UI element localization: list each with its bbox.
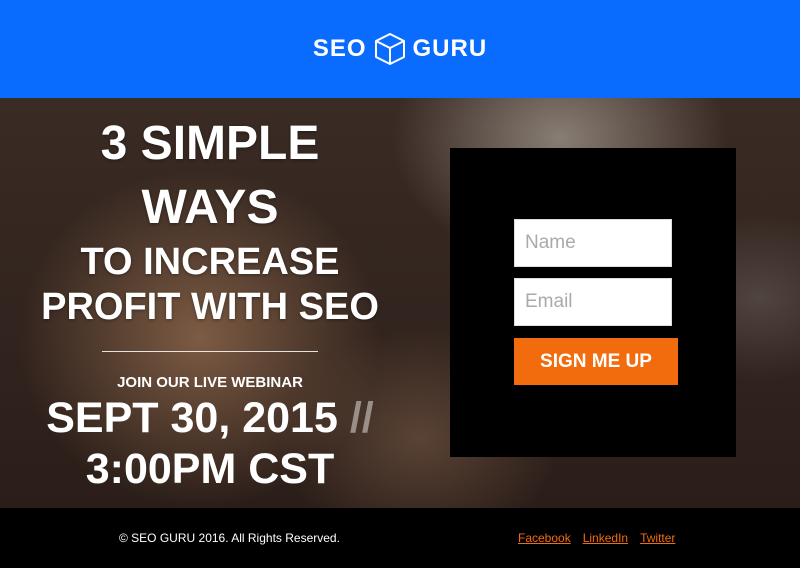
logo-text-right: GURU	[412, 35, 488, 62]
cube-icon	[373, 32, 407, 66]
linkedin-link[interactable]: LinkedIn	[583, 531, 628, 545]
twitter-link[interactable]: Twitter	[640, 531, 675, 545]
webinar-label: JOIN OUR LIVE WEBINAR	[117, 374, 303, 391]
site-header: SEO GURU	[0, 0, 800, 98]
headline-line-3: TO INCREASE	[80, 241, 340, 283]
name-input[interactable]	[514, 219, 672, 267]
headline-line-4: PROFIT WITH SEO	[41, 286, 379, 328]
copyright-text: © SEO GURU 2016. All Rights Reserved.	[119, 531, 340, 545]
webinar-date-line: SEPT 30, 2015 //	[0, 394, 420, 443]
signup-form: SIGN ME UP	[450, 148, 736, 457]
email-input[interactable]	[514, 278, 672, 326]
divider	[102, 351, 318, 352]
facebook-link[interactable]: Facebook	[518, 531, 571, 545]
webinar-time: 3:00PM CST	[85, 445, 335, 493]
logo-text-left: SEO	[312, 35, 367, 62]
date-separator: //	[349, 394, 374, 442]
headline-line-2: WAYS	[141, 181, 279, 234]
logo[interactable]: SEO GURU	[313, 32, 487, 66]
sign-up-button[interactable]: SIGN ME UP	[514, 338, 678, 385]
headline-line-1: 3 SIMPLE	[100, 117, 320, 170]
site-footer: © SEO GURU 2016. All Rights Reserved. Fa…	[0, 508, 800, 568]
webinar-date: SEPT 30, 2015	[46, 394, 338, 442]
social-links: Facebook LinkedIn Twitter	[518, 531, 675, 545]
hero-section: 3 SIMPLE WAYS TO INCREASE PROFIT WITH SE…	[0, 98, 800, 508]
